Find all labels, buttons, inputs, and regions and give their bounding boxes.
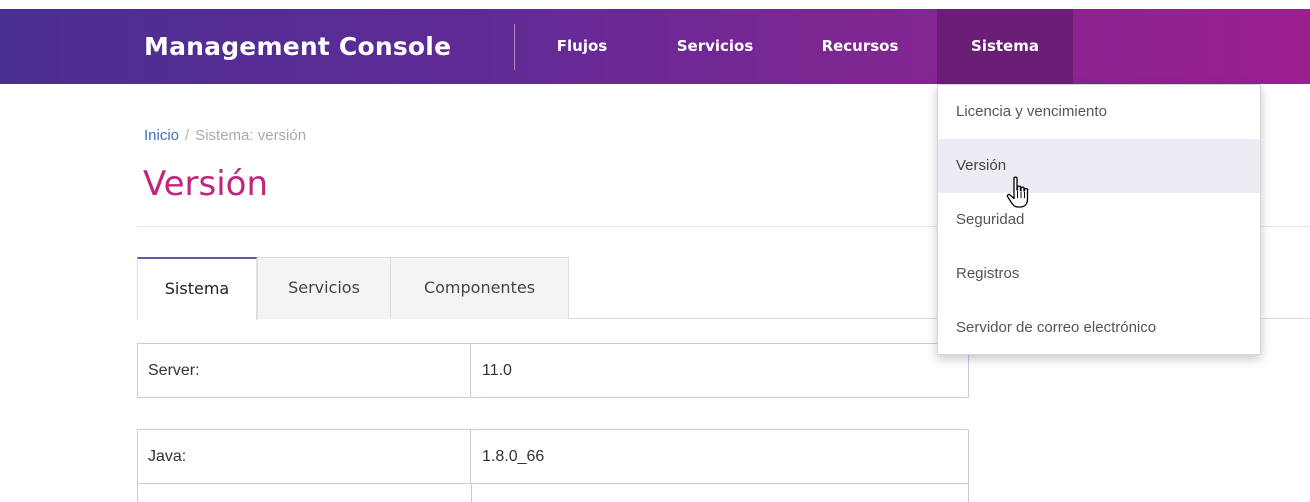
nav-item-servicios[interactable]: Servicios [658,9,772,84]
tab-sistema[interactable]: Sistema [137,257,257,320]
java-version-table: Java: 1.8.0_66 [137,429,969,484]
breadcrumb: Inicio / Sistema: versión [144,127,306,144]
hand-pointer-icon [1006,176,1029,208]
java-label: Java: [138,430,471,483]
menu-item-registros[interactable]: Registros [938,247,1260,301]
brand-title[interactable]: Management Console [144,9,451,84]
server-value: 11.0 [482,362,512,379]
nav-divider [514,24,515,70]
menu-item-seguridad[interactable]: Seguridad [938,193,1260,247]
tab-componentes[interactable]: Componentes [390,257,569,319]
top-navbar: Management Console Flujos Servicios Recu… [0,9,1310,84]
nav-item-sistema[interactable]: Sistema [937,9,1073,84]
table-row-cut-off [137,484,969,502]
breadcrumb-home-link[interactable]: Inicio [144,127,179,144]
sistema-dropdown-menu: Licencia y vencimiento Versión Seguridad… [937,84,1261,355]
page-title: Versión [143,164,269,204]
menu-item-licencia[interactable]: Licencia y vencimiento [938,85,1260,139]
breadcrumb-separator: / [185,127,190,144]
menu-item-version[interactable]: Versión [938,139,1260,193]
nav-item-recursos[interactable]: Recursos [804,9,916,84]
page-top-strip [0,0,1310,9]
breadcrumb-current: Sistema: versión [195,127,307,144]
table-cell-divider [471,484,472,502]
server-version-table: Server: 11.0 [137,343,969,398]
menu-item-correo[interactable]: Servidor de correo electrónico [938,301,1260,355]
tab-servicios[interactable]: Servicios [257,257,391,319]
java-value: 1.8.0_66 [482,448,545,465]
server-label: Server: [138,344,471,397]
nav-item-flujos[interactable]: Flujos [538,9,626,84]
